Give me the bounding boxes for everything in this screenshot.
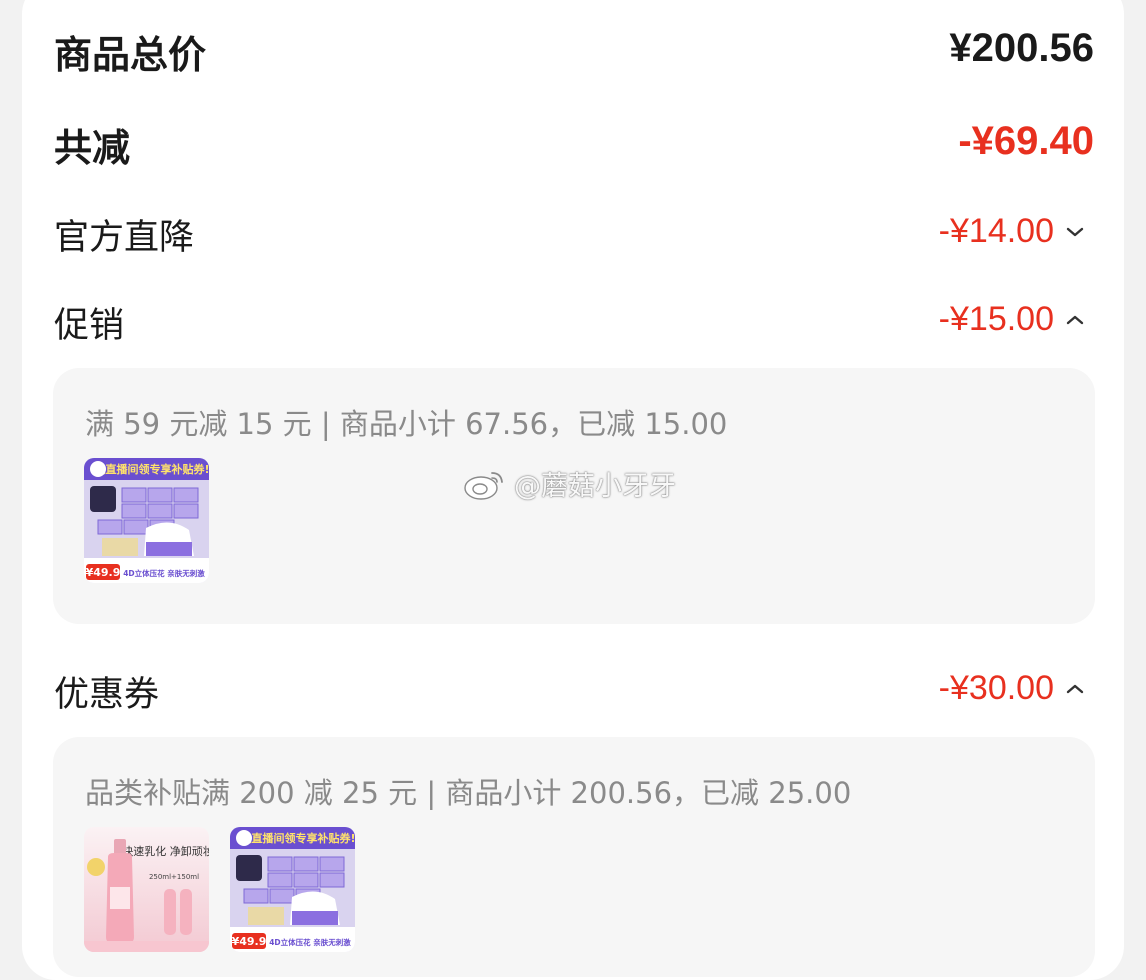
price-badge: ¥49.9 xyxy=(232,935,267,948)
weibo-icon xyxy=(464,471,503,500)
coupon-detail-text: 品类补贴满 200 减 25 元 | 商品小计 200.56，已减 25.00 xyxy=(85,776,852,810)
chevron-down-icon[interactable] xyxy=(1062,219,1088,245)
discount-label: 优惠券 xyxy=(54,675,160,715)
product-thumbnail-tissue[interactable]: 进直播间领专享补贴券! ¥49.9 4D立体压花 亲肤无刺激 xyxy=(230,827,355,952)
price-badge: ¥49.9 xyxy=(86,566,121,579)
coupon-detail-panel: 品类补贴满 200 减 25 元 | 商品小计 200.56，已减 25.00 … xyxy=(53,737,1095,977)
tagline-text: 4D立体压花 亲肤无刺激 xyxy=(123,568,205,578)
discount-row-coupon[interactable]: 优惠券 -¥30.00 xyxy=(54,659,1094,719)
watermark: @蘑菇小牙牙 xyxy=(462,464,676,503)
discount-amount: -¥14.00 xyxy=(938,212,1054,250)
product-thumbnail-tissue[interactable]: 进直播间领专享补贴券! ¥49.9 4D立体压花 亲肤无刺激 xyxy=(84,458,209,583)
discount-label: 促销 xyxy=(54,306,125,346)
reduction-row: 共减 -¥69.40 xyxy=(54,113,1094,173)
headline-text: 快速乳化 净卸顽妆 xyxy=(122,844,209,858)
total-label: 商品总价 xyxy=(54,33,207,77)
discount-row-promotion[interactable]: 促销 -¥15.00 xyxy=(54,290,1094,350)
promotion-detail-text: 满 59 元减 15 元 | 商品小计 67.56，已减 15.00 xyxy=(85,407,728,441)
reduction-label: 共减 xyxy=(54,126,131,170)
reduction-amount: -¥69.40 xyxy=(958,119,1094,163)
watermark-text: @蘑菇小牙牙 xyxy=(514,471,676,502)
discount-amount: -¥15.00 xyxy=(938,300,1054,338)
discount-row-official[interactable]: 官方直降 -¥14.00 xyxy=(54,202,1094,262)
total-row: 商品总价 ¥200.56 xyxy=(54,20,1094,80)
discount-amount: -¥30.00 xyxy=(938,669,1054,707)
banner-text: 进直播间领专享补贴券! xyxy=(94,462,209,476)
total-amount: ¥200.56 xyxy=(949,26,1094,70)
discount-label: 官方直降 xyxy=(54,218,195,258)
banner-text: 进直播间领专享补贴券! xyxy=(240,831,355,845)
chevron-up-icon[interactable] xyxy=(1062,676,1088,702)
size-text: 250ml+150ml xyxy=(149,873,199,881)
chevron-up-icon[interactable] xyxy=(1062,307,1088,333)
tagline-text: 4D立体压花 亲肤无刺激 xyxy=(269,937,351,947)
product-thumbnail-cleansing-oil[interactable]: 快速乳化 净卸顽妆 250ml+150ml xyxy=(84,827,209,952)
